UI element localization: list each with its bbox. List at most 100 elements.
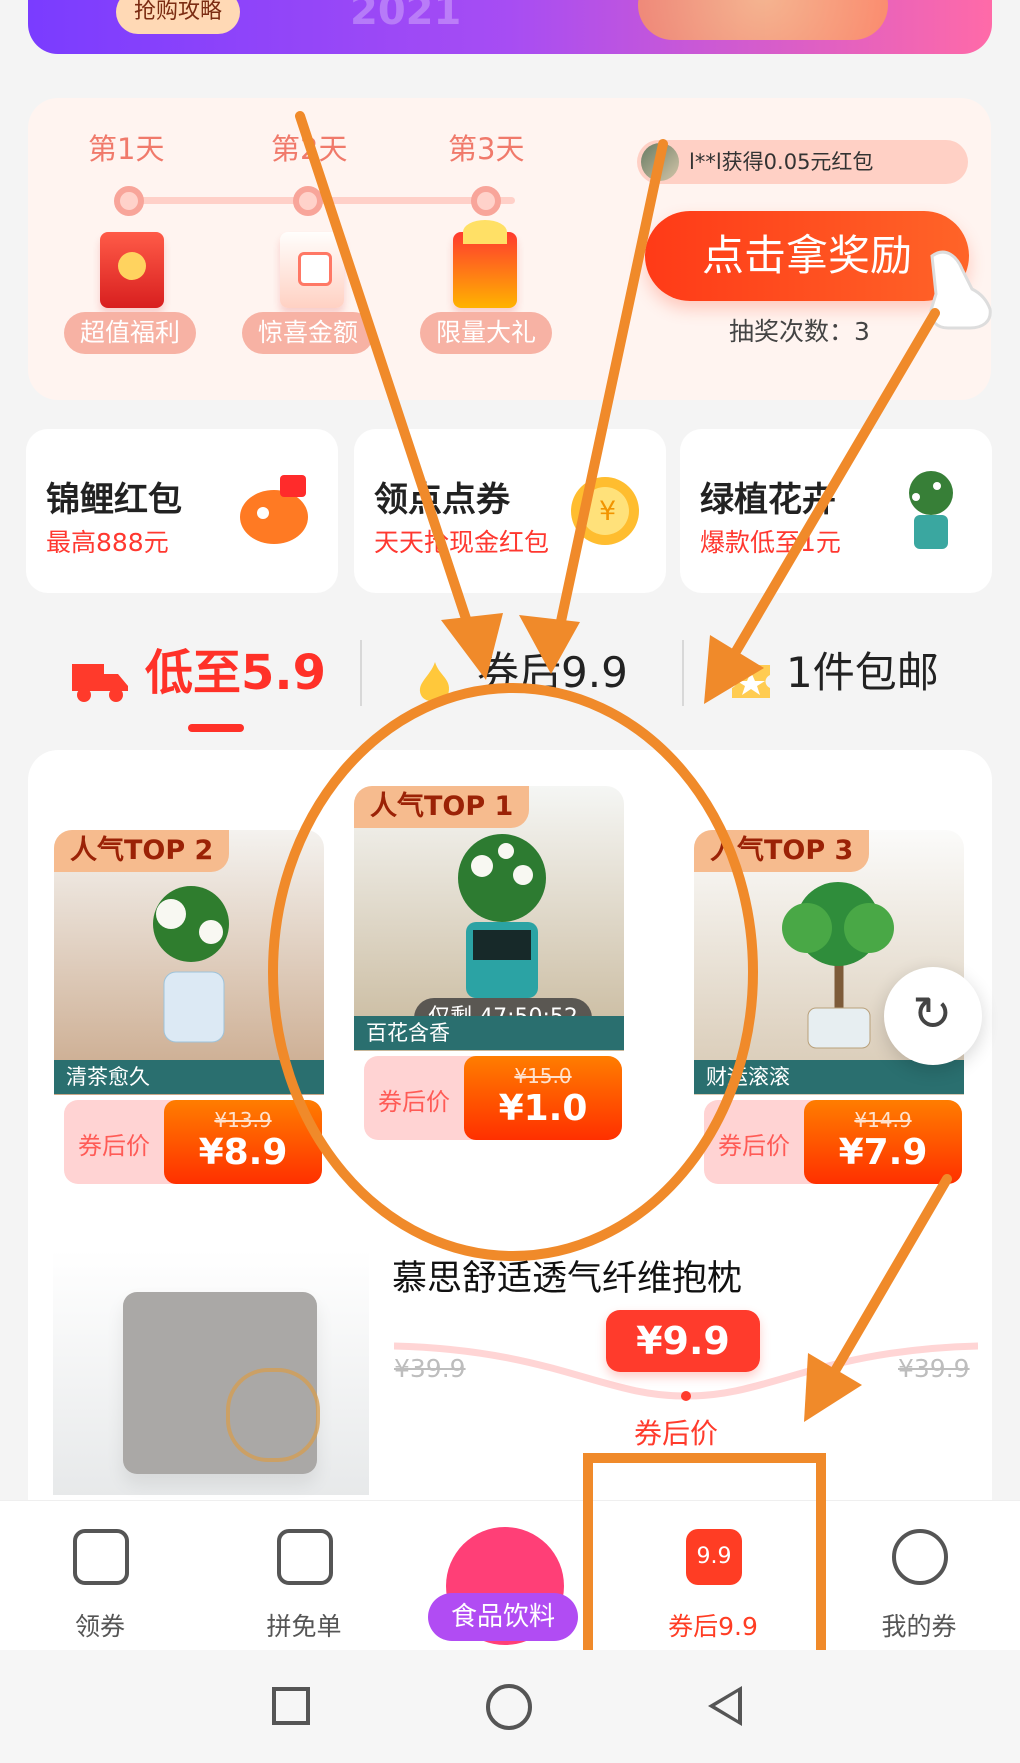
flame-icon <box>419 662 450 702</box>
system-navigation-bar <box>0 1650 1020 1763</box>
mini-card-subtitle: 最高888元 <box>46 528 169 557</box>
koala-icon <box>226 1368 320 1462</box>
day-label-3: 第3天 <box>448 132 525 166</box>
home-icon[interactable] <box>486 1684 532 1730</box>
tab-free-shipping[interactable]: 1件包邮 <box>786 636 939 710</box>
recent-apps-icon[interactable] <box>272 1687 310 1725</box>
gift-label-3: 限量大礼 <box>420 312 553 354</box>
price-badge: ¥13.9 ¥8.9 <box>164 1100 322 1184</box>
mini-card-title: 锦鲤红包 <box>46 480 182 520</box>
pillow-old-price-right: ¥39.9 <box>898 1354 970 1383</box>
nav-label: 我的券 <box>881 1612 957 1641</box>
day-label-1: 第1天 <box>88 132 165 166</box>
old-price: ¥14.9 <box>854 1108 912 1132</box>
gift-box-icon <box>453 220 517 308</box>
product-caption: 百花含香 <box>354 1016 624 1050</box>
ticket-star-icon <box>732 665 770 698</box>
progress-dot-1 <box>114 186 144 216</box>
nav-my-coupons[interactable]: 我的券 <box>844 1529 994 1641</box>
price-badge: ¥14.9 ¥7.9 <box>804 1100 962 1184</box>
product-caption: 财运滚滚 <box>694 1060 964 1094</box>
gift-label-2: 惊喜金额 <box>242 312 375 354</box>
nav-label: 领券 <box>74 1612 125 1641</box>
annotation-highlight-box <box>583 1453 826 1681</box>
active-tab-indicator <box>188 724 244 732</box>
daily-reward-card: 第1天 第2天 第3天 超值福利 惊喜金额 限量大礼 l**l获得0.05元红包… <box>28 98 992 400</box>
reward-notification: l**l获得0.05元红包 <box>637 140 968 184</box>
coupon-price-block[interactable]: 券后价 ¥14.9 ¥7.9 <box>704 1100 962 1184</box>
refresh-button[interactable]: ↻ <box>884 967 982 1065</box>
hand-pointer-icon <box>929 250 992 330</box>
product-caption: 清茶愈久 <box>54 1060 324 1094</box>
pillow-product-card[interactable]: 慕思舒适透气纤维抱枕 ¥39.9 ¥39.9 ¥9.9 券后价 <box>28 1250 992 1510</box>
coupon-price-label: 券后价 <box>378 1088 450 1116</box>
rank-badge: 人气TOP 3 <box>694 830 870 872</box>
mini-card-subtitle: 天天抢现金红包 <box>374 528 550 557</box>
old-price: ¥15.0 <box>514 1064 572 1088</box>
banner-decoration <box>638 0 888 40</box>
delivery-truck-icon <box>72 664 128 702</box>
pillow-new-price: ¥9.9 <box>606 1310 760 1372</box>
smile-icon <box>892 1529 948 1585</box>
coupon-card[interactable]: 领点点券 天天抢现金红包 ¥ <box>354 429 666 593</box>
claim-reward-button[interactable]: 点击拿奖励 <box>645 211 969 301</box>
new-price: ¥7.9 <box>838 1132 928 1173</box>
mini-card-title: 绿植花卉 <box>700 480 836 520</box>
tab-divider <box>682 640 684 706</box>
nav-food-drinks[interactable]: 食品饮料 <box>428 1527 578 1645</box>
product-card-top-2[interactable]: 人气TOP 2 清茶愈久 券后价 ¥13.9 ¥8.9 <box>54 830 324 1184</box>
koi-fish-icon <box>240 475 308 544</box>
tab-coupon-price[interactable]: 券后9.9 <box>477 636 628 710</box>
red-envelope-icon <box>100 232 164 308</box>
progress-dot-2 <box>293 186 323 216</box>
new-price: ¥8.9 <box>198 1132 288 1173</box>
bottom-navigation: 领券 拼免单 食品饮料 9.9 券后9.9 我的券 <box>0 1500 1020 1650</box>
coupon-price-block[interactable]: 券后价 ¥13.9 ¥8.9 <box>64 1100 322 1184</box>
price-badge: ¥15.0 ¥1.0 <box>464 1056 622 1140</box>
gardenia-plant-icon <box>153 886 229 1043</box>
guide-button[interactable]: 抢购攻略 <box>116 0 241 34</box>
reward-notification-text: l**l获得0.05元红包 <box>689 150 874 174</box>
green-plant-card[interactable]: 绿植花卉 爆款低至1元 <box>680 429 992 593</box>
rank-badge: 人气TOP 1 <box>354 786 530 828</box>
tab-low-price[interactable]: 低至5.9 <box>145 636 326 710</box>
new-price: ¥1.0 <box>498 1088 588 1129</box>
koi-envelope-card[interactable]: 锦鲤红包 最高888元 <box>26 429 338 593</box>
wallet-icon <box>277 1529 333 1585</box>
nav-coupon[interactable]: 领券 <box>25 1529 175 1641</box>
back-icon[interactable] <box>708 1686 742 1726</box>
pillow-price-caption: 券后价 <box>634 1417 719 1450</box>
rank-badge: 人气TOP 2 <box>54 830 230 872</box>
lottery-count: 抽奖次数：3 <box>729 317 870 346</box>
mystery-envelope-icon <box>280 232 344 308</box>
coin-icon: ¥ <box>571 477 639 545</box>
pillow-old-price-left: ¥39.9 <box>394 1354 466 1383</box>
old-price: ¥13.9 <box>214 1108 272 1132</box>
nav-label: 食品饮料 <box>428 1593 578 1641</box>
gift-label-1: 超值福利 <box>64 312 197 354</box>
day-label-2: 第2天 <box>271 132 348 166</box>
nav-free-order[interactable]: 拼免单 <box>229 1529 379 1641</box>
mini-card-subtitle: 爆款低至1元 <box>700 528 841 557</box>
progress-dot-3 <box>471 186 501 216</box>
avatar <box>641 143 679 181</box>
category-tabs: 低至5.9 券后9.9 1件包邮 <box>0 636 1020 736</box>
top-banner: 抢购攻略 2021 <box>28 0 992 54</box>
product-card-top-1[interactable]: 仅剩 47:50:52 人气TOP 1 百花含香 券后价 ¥15.0 ¥1.0 <box>354 786 624 1140</box>
coupon-icon <box>73 1529 129 1585</box>
mini-card-title: 领点点券 <box>374 480 510 520</box>
nav-label: 拼免单 <box>266 1612 342 1641</box>
coupon-price-block[interactable]: 券后价 ¥15.0 ¥1.0 <box>364 1056 622 1140</box>
coupon-price-label: 券后价 <box>718 1132 790 1160</box>
tab-divider <box>360 640 362 706</box>
svg-text:¥: ¥ <box>599 496 616 527</box>
app-root: 抢购攻略 2021 第1天 第2天 第3天 超值福利 惊喜金额 限量大礼 l**… <box>0 0 1020 1763</box>
coupon-price-label: 券后价 <box>78 1132 150 1160</box>
pillow-icon <box>123 1292 320 1474</box>
jasmine-plant-icon <box>458 834 546 998</box>
potted-plant-icon <box>909 471 953 549</box>
refresh-icon: ↻ <box>912 986 953 1042</box>
banner-year: 2021 <box>350 0 462 34</box>
pillow-title: 慕思舒适透气纤维抱枕 <box>392 1259 743 1299</box>
pillow-image <box>53 1250 369 1495</box>
